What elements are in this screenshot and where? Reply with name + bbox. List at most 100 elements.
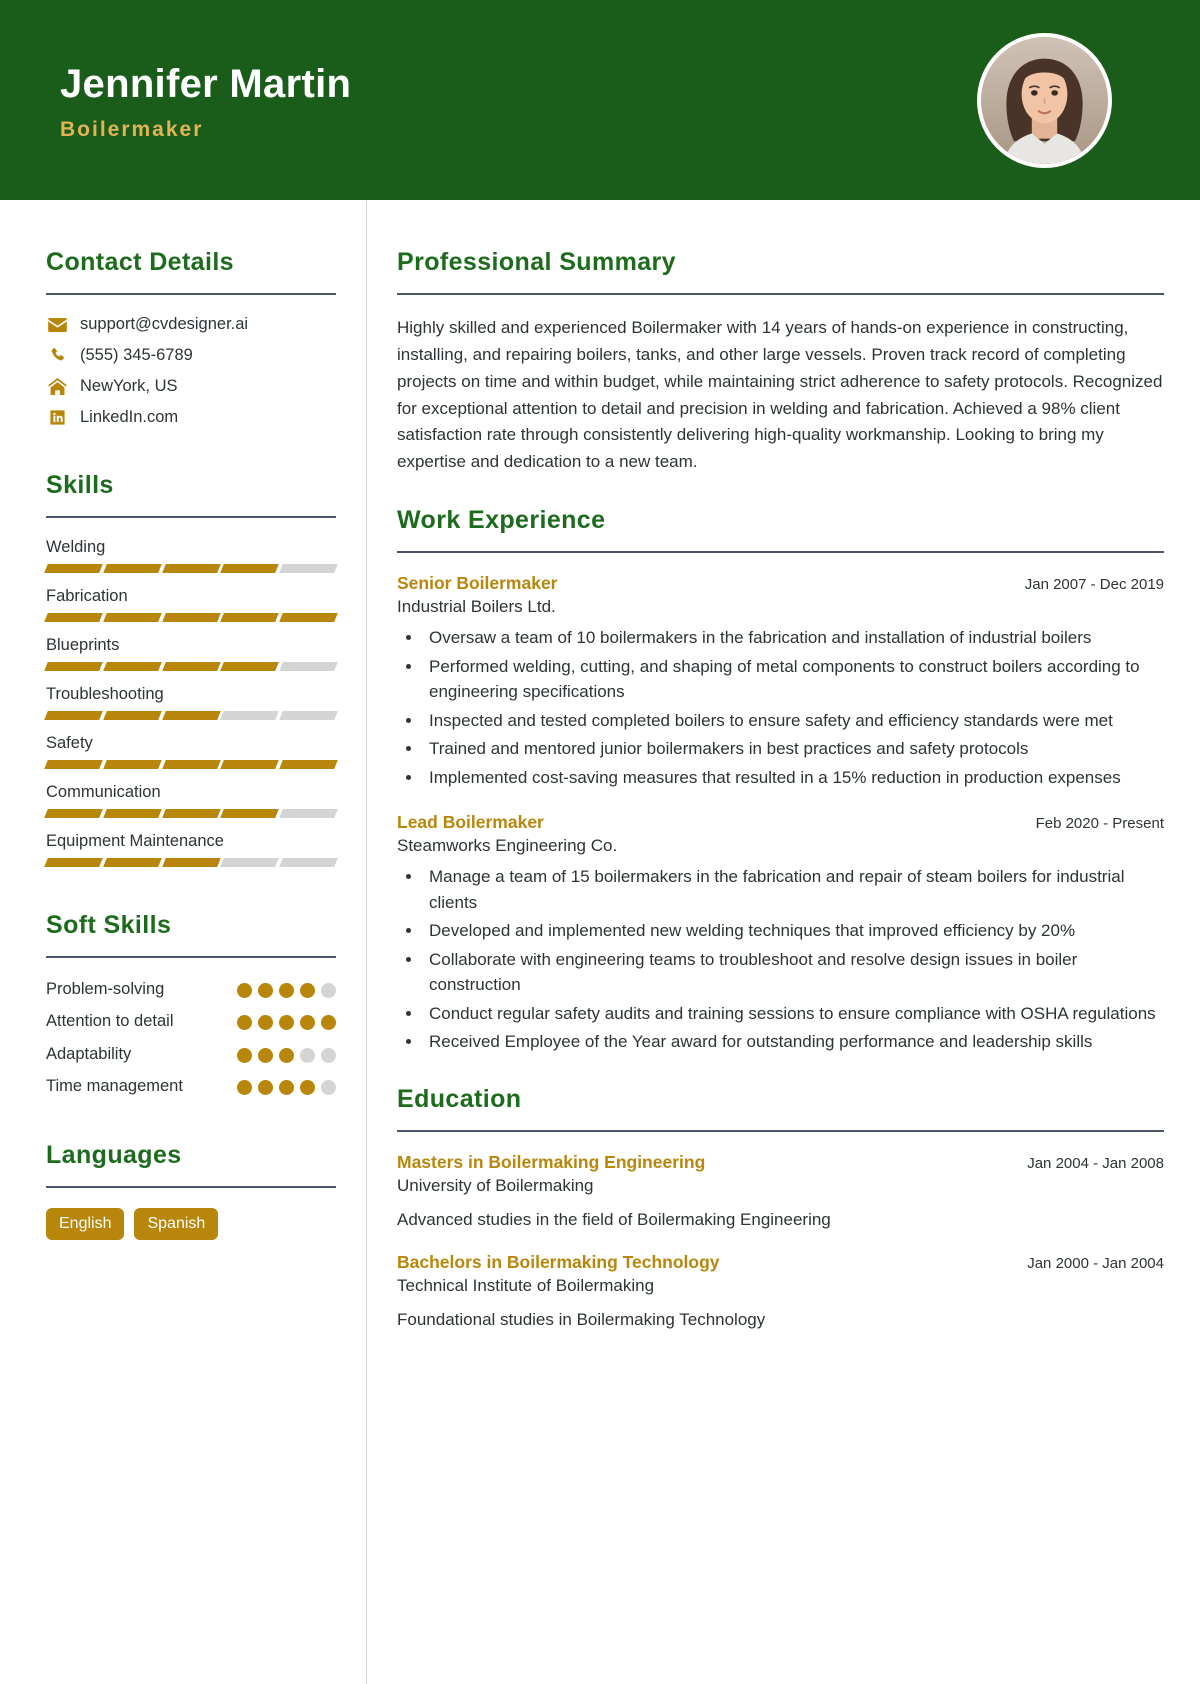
work-entry: Lead Boilermaker Feb 2020 - Present Stea… xyxy=(397,812,1164,1055)
soft-skill-row: Attention to detail xyxy=(46,1010,336,1032)
skills-list: Welding Fabrication Blueprints Troublesh… xyxy=(44,538,338,867)
soft-skill-label: Adaptability xyxy=(46,1044,132,1063)
education-entry: Masters in Boilermaking Engineering Jan … xyxy=(397,1152,1164,1230)
skill-bar-segment xyxy=(279,564,338,573)
phone-icon xyxy=(46,347,68,365)
soft-skill-dot xyxy=(321,1079,336,1095)
skill-bar-segment xyxy=(161,760,221,769)
education-description: Foundational studies in Boilermaking Tec… xyxy=(397,1309,766,1329)
soft-skill-label: Attention to detail xyxy=(46,1012,174,1031)
language-chip[interactable]: English xyxy=(46,1208,125,1241)
skill-bar-segment xyxy=(161,858,221,867)
header-text-block: Jennifer Martin Boilermaker xyxy=(60,58,977,142)
skill-bar-segment xyxy=(220,613,280,622)
sidebar: Contact Details support@cvdesigner.ai (5… xyxy=(0,200,367,1684)
soft-skill-dot xyxy=(258,1079,273,1095)
soft-skill-dot xyxy=(258,1015,273,1031)
avatar xyxy=(977,32,1112,168)
work-bullet: Performed welding, cutting, and shaping … xyxy=(423,654,1164,705)
skill-label: Welding xyxy=(46,538,106,556)
education-degree: Masters in Boilermaking Engineering xyxy=(397,1151,706,1172)
contact-value-phone: (555) 345-6789 xyxy=(80,346,193,364)
contact-value-email: support@cvdesigner.ai xyxy=(80,315,249,333)
skill-bar-segment xyxy=(44,613,103,622)
contact-value-location: NewYork, US xyxy=(80,377,178,395)
section-languages: Languages English Spanish xyxy=(46,1141,336,1241)
work-entries: Senior Boilermaker Jan 2007 - Dec 2019 I… xyxy=(397,573,1164,1055)
divider xyxy=(397,551,1164,554)
education-entry: Bachelors in Boilermaking Technology Jan… xyxy=(397,1252,1164,1330)
resume-header: Jennifer Martin Boilermaker xyxy=(0,0,1200,200)
soft-skills-list: Problem-solving Attention to detail Adap… xyxy=(46,978,336,1097)
soft-skill-dot xyxy=(279,1015,294,1031)
contact-item-email[interactable]: support@cvdesigner.ai xyxy=(46,315,336,334)
envelope-icon xyxy=(46,316,68,334)
section-title-summary: Professional Summary xyxy=(397,248,676,276)
skill-bar xyxy=(44,711,338,720)
skill-bar-segment xyxy=(44,564,103,573)
section-title-skills: Skills xyxy=(46,471,114,499)
skill-bar-segment xyxy=(102,613,162,622)
skill-bar-segment xyxy=(44,809,103,818)
soft-skill-dot xyxy=(300,1047,315,1063)
language-chip[interactable]: Spanish xyxy=(134,1208,219,1241)
skill-bar-segment xyxy=(161,809,221,818)
soft-skill-rating xyxy=(237,978,336,998)
skill-bar-segment xyxy=(220,662,280,671)
soft-skill-row: Time management xyxy=(46,1075,336,1097)
resume-body: Contact Details support@cvdesigner.ai (5… xyxy=(0,200,1200,1684)
skill-bar-segment xyxy=(220,760,280,769)
work-date-range: Feb 2020 - Present xyxy=(1035,815,1164,833)
section-title-work: Work Experience xyxy=(397,506,606,535)
skill-bar-segment xyxy=(102,809,162,818)
education-entry-header: Masters in Boilermaking Engineering Jan … xyxy=(397,1152,1164,1173)
work-bullet: Manage a team of 15 boilermakers in the … xyxy=(423,864,1164,915)
work-bullet: Conduct regular safety audits and traini… xyxy=(423,1001,1164,1027)
education-entry-header: Bachelors in Boilermaking Technology Jan… xyxy=(397,1252,1164,1273)
soft-skill-label: Time management xyxy=(46,1076,183,1095)
work-bullet-list: Manage a team of 15 boilermakers in the … xyxy=(423,864,1164,1055)
contact-item-linkedin[interactable]: LinkedIn.com xyxy=(46,408,336,427)
soft-skill-rating xyxy=(237,1075,336,1095)
soft-skill-dot xyxy=(279,983,294,998)
contact-item-location[interactable]: NewYork, US xyxy=(46,377,336,396)
soft-skill-dot xyxy=(237,1079,252,1095)
skill-label: Communication xyxy=(46,783,161,801)
skill-bar-segment xyxy=(161,613,221,622)
work-date-range: Jan 2007 - Dec 2019 xyxy=(1024,576,1164,594)
skill-bar-segment xyxy=(220,809,280,818)
contact-item-phone[interactable]: (555) 345-6789 xyxy=(46,346,336,365)
skill-bar-segment xyxy=(220,711,280,720)
education-date-range: Jan 2004 - Jan 2008 xyxy=(1027,1154,1164,1172)
soft-skill-row: Adaptability xyxy=(46,1043,336,1065)
divider xyxy=(46,956,336,958)
skill-bar xyxy=(44,662,338,671)
soft-skill-dot xyxy=(279,1079,294,1095)
soft-skill-dot xyxy=(279,1047,294,1063)
skill-bar xyxy=(44,760,338,769)
skill-row: Blueprints xyxy=(44,636,338,671)
work-entry-header: Senior Boilermaker Jan 2007 - Dec 2019 xyxy=(397,573,1164,594)
divider xyxy=(397,1129,1164,1132)
soft-skill-dot xyxy=(300,983,315,998)
education-institution: University of Boilermaking xyxy=(397,1175,594,1195)
work-bullet: Trained and mentored junior boilermakers… xyxy=(423,736,1164,762)
soft-skill-dot xyxy=(321,1047,336,1063)
skill-bar-segment xyxy=(279,711,338,720)
work-company: Steamworks Engineering Co. xyxy=(397,836,618,856)
skill-label: Equipment Maintenance xyxy=(46,832,224,850)
section-education: Education Masters in Boilermaking Engine… xyxy=(397,1085,1164,1330)
work-bullet: Collaborate with engineering teams to tr… xyxy=(423,947,1164,998)
skill-bar-segment xyxy=(279,760,338,769)
education-institution: Technical Institute of Boilermaking xyxy=(397,1275,655,1295)
skill-label: Troubleshooting xyxy=(46,685,164,703)
linkedin-icon xyxy=(46,409,68,427)
contact-value-linkedin: LinkedIn.com xyxy=(80,408,179,426)
divider xyxy=(46,516,336,518)
soft-skill-dot xyxy=(258,1047,273,1063)
soft-skill-dot xyxy=(237,983,252,998)
work-company: Industrial Boilers Ltd. xyxy=(397,597,556,617)
work-bullet: Oversaw a team of 10 boilermakers in the… xyxy=(423,625,1164,651)
skill-bar-segment xyxy=(161,662,221,671)
skill-bar xyxy=(44,613,338,622)
